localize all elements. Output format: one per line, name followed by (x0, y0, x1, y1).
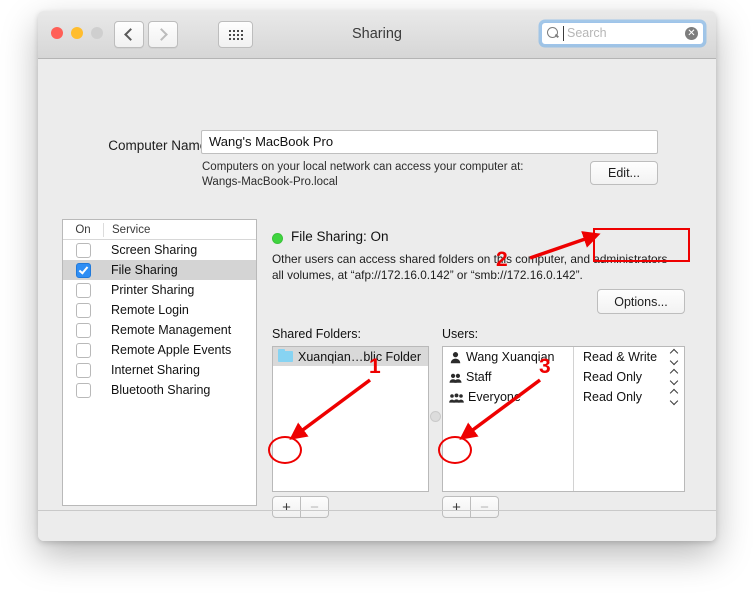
service-checkbox-cell[interactable] (63, 242, 103, 258)
user-name: Everyone (468, 390, 521, 404)
permission-stepper-icon[interactable] (669, 368, 679, 386)
service-label-remote-login: Remote Login (111, 303, 189, 317)
annotation-circle-add-folder (268, 436, 302, 464)
footer-separator (38, 510, 716, 511)
sharing-preferences-window: Sharing Search ✕ Computer Name: Wang's M… (38, 11, 716, 541)
split-resize-handle[interactable] (430, 411, 441, 422)
service-checkbox-cell[interactable] (63, 322, 103, 338)
edit-button[interactable]: Edit... (590, 161, 658, 185)
service-checkbox-cell[interactable] (63, 362, 103, 378)
options-button[interactable]: Options... (597, 289, 685, 314)
services-list[interactable]: On Service Screen Sharing File Sharing P… (62, 219, 257, 506)
service-label-remote-apple-events: Remote Apple Events (111, 343, 232, 357)
table-row[interactable]: Wang Xuanqian (443, 347, 573, 367)
permission-stepper-icon[interactable] (669, 388, 679, 406)
computer-name-value: Wang's MacBook Pro (209, 134, 334, 149)
service-label-internet-sharing: Internet Sharing (111, 363, 200, 377)
user-name: Staff (466, 370, 492, 384)
service-row-remote-management[interactable]: Remote Management (63, 320, 256, 340)
network-access-line1: Computers on your local network can acce… (202, 161, 524, 173)
search-input[interactable] (541, 22, 704, 45)
shared-folders-list[interactable]: Xuanqian…blic Folder (272, 346, 429, 492)
checkbox-file-sharing[interactable] (75, 262, 91, 278)
service-checkbox-cell[interactable] (63, 342, 103, 358)
checkbox-bluetooth-sharing[interactable] (75, 382, 91, 398)
service-label-file-sharing: File Sharing (111, 263, 178, 277)
network-hostname: Wangs-MacBook-Pro.local (202, 176, 338, 188)
annotation-label-2: 2 (496, 248, 508, 271)
service-label-screen-sharing: Screen Sharing (111, 243, 198, 257)
computer-name-label: Computer Name: (108, 138, 211, 153)
table-row[interactable]: Everyone (443, 387, 573, 407)
annotation-label-1: 1 (369, 355, 381, 378)
service-row-file-sharing[interactable]: File Sharing (63, 260, 256, 280)
service-row-remote-apple-events[interactable]: Remote Apple Events (63, 340, 256, 360)
checkbox-screen-sharing[interactable] (75, 242, 91, 258)
network-access-description: Computers on your local network can acce… (202, 160, 592, 190)
service-label-remote-management: Remote Management (111, 323, 232, 337)
status-description-line2: all volumes, at “afp://172.16.0.142” or … (272, 268, 583, 282)
service-row-remote-login[interactable]: Remote Login (63, 300, 256, 320)
service-checkbox-cell[interactable] (63, 262, 103, 278)
add-user-button[interactable]: + (442, 496, 471, 518)
single-user-icon (450, 351, 461, 363)
permission-value: Read Only (583, 390, 643, 404)
status-indicator-icon (272, 233, 283, 244)
service-label-printer-sharing: Printer Sharing (111, 283, 195, 297)
remove-user-button: − (471, 496, 499, 518)
search-field-wrapper[interactable]: Search ✕ (541, 22, 704, 45)
service-row-screen-sharing[interactable]: Screen Sharing (63, 240, 256, 260)
group-users-icon (449, 373, 462, 383)
permission-stepper-icon[interactable] (669, 348, 679, 366)
table-row[interactable]: Staff (443, 367, 573, 387)
search-placeholder: Search (567, 26, 607, 40)
permission-value: Read & Write (583, 350, 658, 364)
service-row-bluetooth-sharing[interactable]: Bluetooth Sharing (63, 380, 256, 400)
annotation-label-3: 3 (539, 355, 551, 378)
add-shared-folder-button[interactable]: + (272, 496, 301, 518)
shared-folders-add-remove-group: + − (272, 496, 329, 518)
service-row-internet-sharing[interactable]: Internet Sharing (63, 360, 256, 380)
status-title: File Sharing: On (291, 229, 389, 244)
service-checkbox-cell[interactable] (63, 382, 103, 398)
users-list[interactable]: Wang Xuanqian Staff Everyone Read & Writ… (442, 346, 685, 492)
checkbox-internet-sharing[interactable] (75, 362, 91, 378)
annotation-circle-add-user (438, 436, 472, 464)
service-label-bluetooth-sharing: Bluetooth Sharing (111, 383, 211, 397)
column-header-on: On (75, 223, 91, 236)
window-body: Computer Name: Wang's MacBook Pro Comput… (38, 59, 716, 541)
everyone-users-icon (449, 392, 464, 403)
service-row-printer-sharing[interactable]: Printer Sharing (63, 280, 256, 300)
shared-folders-label: Shared Folders: (272, 327, 361, 341)
column-header-service: Service (103, 222, 256, 237)
checkbox-remote-apple-events[interactable] (75, 342, 91, 358)
folder-icon (278, 348, 293, 362)
checkbox-remote-login[interactable] (75, 302, 91, 318)
permission-value: Read Only (583, 370, 643, 384)
permission-row[interactable]: Read & Write (574, 347, 684, 367)
services-header: On Service (63, 220, 256, 240)
service-checkbox-cell[interactable] (63, 282, 103, 298)
annotation-rect-options (593, 228, 690, 262)
list-item[interactable]: Xuanqian…blic Folder (273, 347, 428, 366)
text-caret (563, 26, 564, 41)
users-label: Users: (442, 327, 479, 341)
remove-shared-folder-button: − (301, 496, 329, 518)
computer-name-field[interactable]: Wang's MacBook Pro (201, 130, 658, 154)
checkbox-remote-management[interactable] (75, 322, 91, 338)
screenshot-root: Sharing Search ✕ Computer Name: Wang's M… (0, 0, 753, 613)
users-names-column: Wang Xuanqian Staff Everyone (443, 347, 574, 491)
search-icon (547, 27, 558, 38)
permissions-column: Read & Write Read Only Read Only (574, 347, 684, 491)
permission-row[interactable]: Read Only (574, 387, 684, 407)
shared-folder-name: Xuanqian…blic Folder (298, 349, 421, 364)
users-add-remove-group: + − (442, 496, 499, 518)
checkbox-printer-sharing[interactable] (75, 282, 91, 298)
window-titlebar: Sharing Search ✕ (38, 11, 716, 59)
clear-search-icon[interactable]: ✕ (685, 27, 698, 40)
permission-row[interactable]: Read Only (574, 367, 684, 387)
service-checkbox-cell[interactable] (63, 302, 103, 318)
